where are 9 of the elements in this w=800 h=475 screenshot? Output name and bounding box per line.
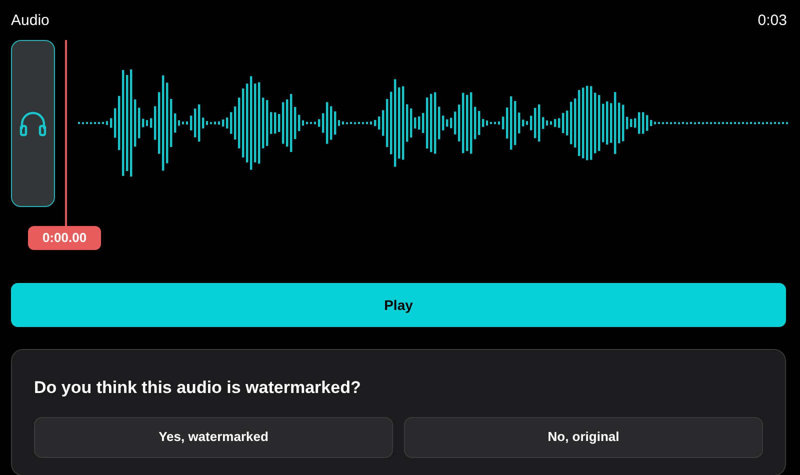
playhead-time-badge: 0:00.00	[28, 226, 101, 250]
play-button[interactable]: Play	[11, 283, 786, 327]
question-text: Do you think this audio is watermarked?	[34, 377, 362, 399]
duration-label: 0:03	[758, 10, 787, 31]
headphones-panel[interactable]	[11, 40, 55, 207]
audio-title: Audio	[11, 10, 50, 31]
answer-option[interactable]: Yes, watermarked	[34, 416, 393, 458]
headphones-icon	[19, 110, 47, 136]
answer-option[interactable]: No, original	[404, 416, 763, 458]
